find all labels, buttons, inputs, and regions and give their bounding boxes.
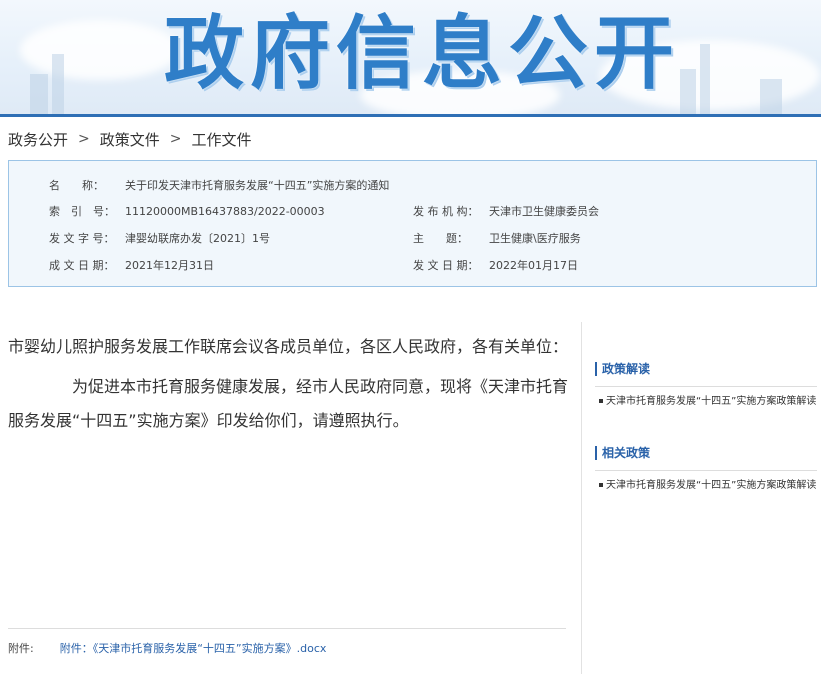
- publisher-value: 天津市卫生健康委员会: [489, 205, 599, 218]
- banner-title: 政府信息公开: [164, 7, 680, 100]
- document-body: 市婴幼儿照护服务发展工作联席会议各成员单位，各区人民政府，各有关单位： 为促进本…: [8, 330, 568, 438]
- doc-number-value: 津婴幼联席办发〔2021〕1号: [125, 232, 270, 245]
- attachment-label: 附件:: [8, 642, 34, 655]
- sidebar-related: 相关政策 天津市托育服务发展“十四五”实施方案政策解读: [595, 446, 817, 493]
- info-row-doc-number: 发 文 字 号： 津婴幼联席办发〔2021〕1号: [49, 230, 270, 246]
- breadcrumb-separator: >: [78, 131, 90, 147]
- bullet-icon: [599, 399, 603, 403]
- name-label: 名 称：: [49, 179, 104, 192]
- breadcrumb-item-gov-affairs[interactable]: 政务公开: [8, 129, 68, 150]
- breadcrumb-separator: >: [169, 131, 182, 147]
- related-heading: 相关政策: [595, 446, 817, 460]
- attachment-divider: [8, 628, 566, 629]
- interpretation-link[interactable]: 天津市托育服务发展“十四五”实施方案政策解读: [595, 394, 817, 409]
- doc-number-label: 发 文 字 号：: [49, 232, 115, 245]
- subject-value: 卫生健康\医疗服务: [489, 232, 581, 245]
- body-paragraph: 为促进本市托育服务健康发展，经市人民政府同意，现将《天津市托育服务发展“十四五”…: [8, 377, 569, 430]
- sidebar-interpretation: 政策解读 天津市托育服务发展“十四五”实施方案政策解读: [595, 362, 817, 409]
- sidebar-rule: [595, 386, 817, 387]
- written-date-label: 成 文 日 期：: [49, 259, 115, 272]
- interpretation-heading: 政策解读: [595, 362, 817, 376]
- related-link-text[interactable]: 天津市托育服务发展“十四五”实施方案政策解读: [606, 480, 816, 491]
- issue-date-value: 2022年01月17日: [489, 259, 578, 272]
- bullet-icon: [599, 483, 603, 487]
- info-row-index: 索 引 号： 11120000MB16437883/2022-00003: [49, 203, 325, 219]
- info-row-written-date: 成 文 日 期： 2021年12月31日: [49, 257, 214, 273]
- page-banner: 政府信息公开: [0, 0, 821, 114]
- issue-date-label: 发 文 日 期：: [413, 259, 479, 272]
- info-row-name: 名 称： 关于印发天津市托育服务发展“十四五”实施方案的通知: [49, 177, 389, 193]
- interpretation-link-text[interactable]: 天津市托育服务发展“十四五”实施方案政策解读: [606, 396, 816, 407]
- info-row-issue-date: 发 文 日 期： 2022年01月17日: [413, 257, 578, 273]
- banner-divider: [0, 114, 821, 117]
- attachment-link[interactable]: 附件：《天津市托育服务发展“十四五”实施方案》.docx: [60, 640, 327, 656]
- breadcrumb: 政务公开 > 政策文件 > 工作文件: [8, 128, 252, 150]
- publisher-label: 发 布 机 构：: [413, 205, 479, 218]
- info-row-subject: 主 题： 卫生健康\医疗服务: [413, 230, 581, 246]
- sidebar-rule: [595, 470, 817, 471]
- name-value: 关于印发天津市托育服务发展“十四五”实施方案的通知: [125, 179, 390, 192]
- document-info-box: 名 称： 关于印发天津市托育服务发展“十四五”实施方案的通知 索 引 号： 11…: [8, 160, 817, 287]
- index-value: 11120000MB16437883/2022-00003: [125, 204, 325, 218]
- index-label: 索 引 号：: [49, 205, 115, 218]
- attachment-row: 附件: 附件：《天津市托育服务发展“十四五”实施方案》.docx: [8, 640, 326, 656]
- breadcrumb-item-policy-docs[interactable]: 政策文件: [100, 129, 160, 150]
- subject-label: 主 题：: [413, 232, 468, 245]
- column-divider: [581, 322, 582, 674]
- info-row-publisher: 发 布 机 构： 天津市卫生健康委员会: [413, 203, 599, 219]
- salutation-paragraph: 市婴幼儿照护服务发展工作联席会议各成员单位，各区人民政府，各有关单位：: [8, 337, 569, 356]
- related-link[interactable]: 天津市托育服务发展“十四五”实施方案政策解读: [595, 478, 817, 493]
- breadcrumb-item-work-docs[interactable]: 工作文件: [192, 129, 252, 150]
- written-date-value: 2021年12月31日: [125, 259, 214, 272]
